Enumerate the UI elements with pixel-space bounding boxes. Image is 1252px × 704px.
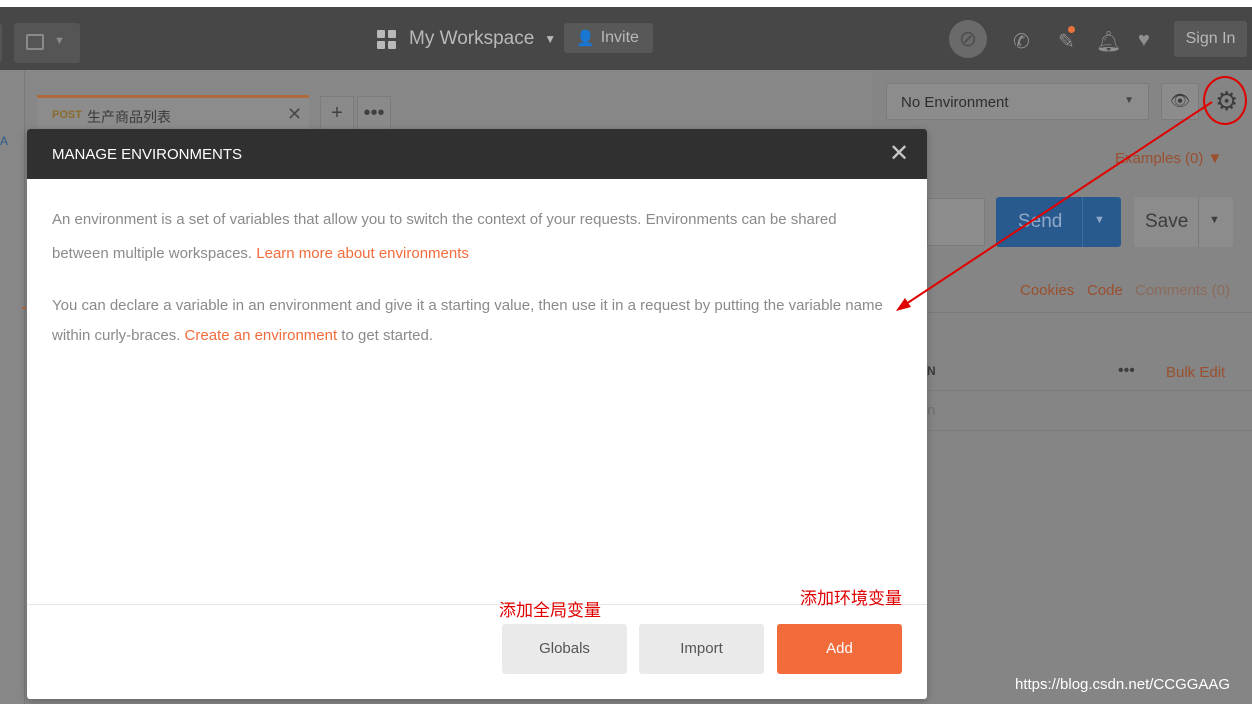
heart-icon[interactable]: ♥ xyxy=(1138,29,1150,52)
chevron-down-icon: ▼ xyxy=(544,32,557,46)
invite-label: Invite xyxy=(600,29,639,46)
add-button[interactable]: Add xyxy=(777,624,902,674)
sign-in-button[interactable]: Sign In xyxy=(1174,21,1247,57)
examples-label: Examples (0) xyxy=(1115,150,1204,167)
description-text: to get started. xyxy=(337,327,434,344)
code-link[interactable]: Code xyxy=(1087,282,1123,299)
modal-footer-divider xyxy=(27,604,927,605)
divider xyxy=(927,390,1252,391)
add-user-icon: 👤 xyxy=(576,30,595,47)
environment-description: An environment is a set of variables tha… xyxy=(52,203,892,271)
bulk-edit-link[interactable]: Bulk Edit xyxy=(1166,364,1225,381)
divider xyxy=(927,430,1252,431)
globals-button[interactable]: Globals xyxy=(502,624,627,674)
cookies-link[interactable]: Cookies xyxy=(1020,282,1074,299)
notification-dot xyxy=(1068,26,1075,33)
bell-icon[interactable]: 🔔︎ xyxy=(1096,29,1121,54)
examples-dropdown[interactable]: Examples (0) ▼ xyxy=(1115,150,1222,167)
close-tab-icon[interactable]: ✕ xyxy=(287,104,302,125)
save-label: Save xyxy=(1145,211,1189,232)
close-icon[interactable]: ✕ xyxy=(889,139,909,168)
save-button[interactable]: Save ▼ xyxy=(1134,197,1233,247)
workspace-name: My Workspace xyxy=(409,28,535,49)
request-method: POST xyxy=(52,109,82,121)
globals-annotation: 添加全局变量 xyxy=(499,601,601,620)
window-top-strip xyxy=(0,0,1252,7)
new-button[interactable]: ▼ xyxy=(14,23,80,63)
table-header-partial: N xyxy=(927,364,936,378)
learn-more-link[interactable]: Learn more about environments xyxy=(256,245,469,262)
eye-icon: 👁︎ xyxy=(1169,93,1191,110)
new-icon xyxy=(26,34,44,50)
variable-description: You can declare a variable in an environ… xyxy=(52,291,892,351)
comments-link[interactable]: Comments (0) xyxy=(1135,282,1230,299)
chevron-down-icon[interactable]: ▼ xyxy=(1094,214,1105,226)
send-button[interactable]: Send ▼ xyxy=(996,197,1121,247)
environment-select[interactable]: No Environment ▼ xyxy=(886,83,1149,120)
chevron-down-icon: ▼ xyxy=(54,35,65,47)
sync-status-icon[interactable]: ⊘ xyxy=(949,20,987,58)
modal-title: MANAGE ENVIRONMENTS xyxy=(52,146,243,163)
modal-header: MANAGE ENVIRONMENTS ✕ xyxy=(27,129,927,179)
sidebar-partial-text: A xyxy=(0,134,9,148)
table-cell-placeholder: n xyxy=(927,402,936,419)
request-tab[interactable]: POST 生产商品列表 ✕ xyxy=(37,95,309,131)
left-edge-button[interactable] xyxy=(0,23,2,63)
tab-options-button[interactable]: ••• xyxy=(357,96,391,130)
watermark: https://blog.csdn.net/CCGGAAG xyxy=(1015,676,1231,693)
invite-button[interactable]: 👤 Invite xyxy=(564,23,653,53)
add-annotation: 添加环境变量 xyxy=(800,589,902,608)
divider xyxy=(1082,197,1083,247)
new-tab-button[interactable]: + xyxy=(320,96,354,130)
annotation-circle xyxy=(1203,76,1247,125)
divider xyxy=(927,312,1252,313)
grid-icon xyxy=(377,29,396,49)
request-name: 生产商品列表 xyxy=(87,109,171,125)
environment-select-value: No Environment xyxy=(901,94,1009,111)
satellite-icon[interactable]: ✆ xyxy=(1013,29,1030,54)
divider xyxy=(1198,197,1199,247)
workspace-switcher[interactable]: My Workspace ▼ xyxy=(377,23,556,55)
create-environment-link[interactable]: Create an environment xyxy=(185,327,338,344)
send-label: Send xyxy=(1018,211,1063,232)
url-input[interactable] xyxy=(927,198,985,246)
more-options-icon[interactable]: ••• xyxy=(1118,362,1135,380)
chevron-down-icon: ▼ xyxy=(1124,95,1134,106)
description-text: You can declare a variable in an environ… xyxy=(52,297,883,344)
manage-environments-modal: MANAGE ENVIRONMENTS ✕ An environment is … xyxy=(27,129,927,699)
sidebar: A xyxy=(0,70,25,704)
import-button[interactable]: Import xyxy=(639,624,764,674)
chevron-down-icon[interactable]: ▼ xyxy=(1209,214,1220,226)
top-bar: ▼ My Workspace ▼ 👤 Invite ⊘ ✆ ✎ 🔔︎ ♥ Sig… xyxy=(0,7,1252,70)
sidebar-indicator xyxy=(22,307,26,309)
environment-quick-look-button[interactable]: 👁︎ xyxy=(1161,83,1199,120)
